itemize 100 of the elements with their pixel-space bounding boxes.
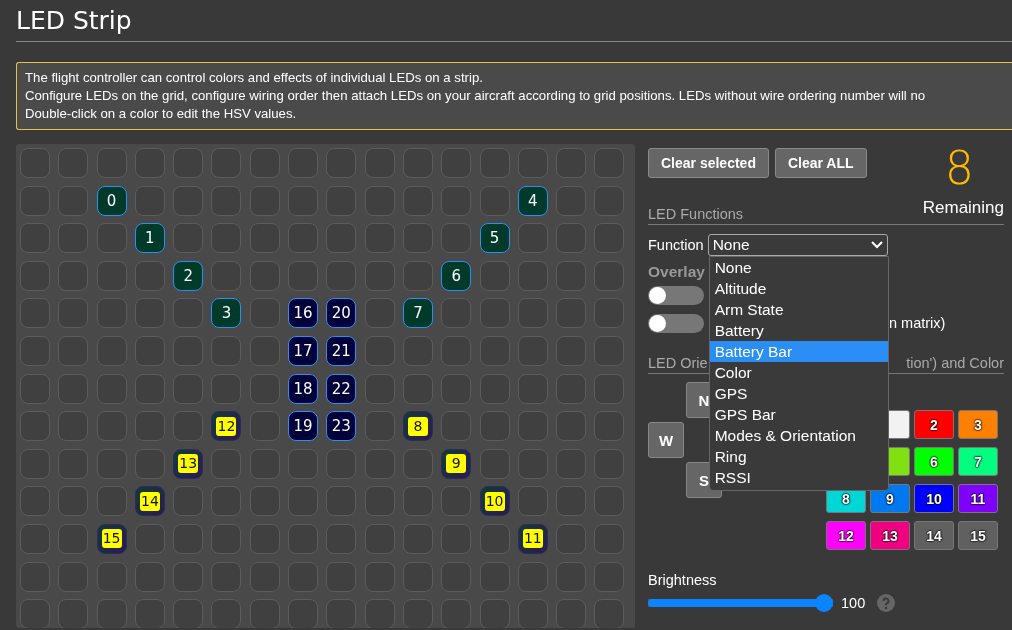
led-slot[interactable]: 21: [326, 335, 357, 366]
toggle-switch[interactable]: [648, 313, 704, 333]
led-slot[interactable]: [517, 335, 548, 366]
led-slot[interactable]: [441, 523, 472, 554]
led-slot[interactable]: [96, 335, 127, 366]
led-slot[interactable]: [96, 260, 127, 291]
led-slot[interactable]: [20, 148, 50, 178]
led-slot[interactable]: 23: [326, 411, 357, 442]
led-slot[interactable]: [211, 561, 242, 592]
led-slot[interactable]: [364, 335, 395, 366]
led-slot[interactable]: [326, 148, 357, 178]
led-slot[interactable]: [479, 411, 510, 442]
led-slot[interactable]: [249, 373, 280, 404]
led-slot[interactable]: [556, 523, 587, 554]
led-slot[interactable]: 8: [402, 411, 433, 442]
led-slot[interactable]: [58, 411, 89, 442]
led-slot[interactable]: [134, 448, 165, 479]
led-slot[interactable]: [594, 260, 625, 291]
led-slot[interactable]: 15: [96, 523, 127, 554]
led-slot[interactable]: [20, 448, 50, 479]
led-slot[interactable]: [594, 148, 625, 178]
led-slot[interactable]: [402, 260, 433, 291]
led-slot[interactable]: 7: [402, 298, 433, 329]
led-slot[interactable]: [58, 599, 89, 628]
led-slot[interactable]: [326, 448, 357, 479]
led-slot[interactable]: [288, 185, 319, 216]
led-slot[interactable]: [173, 373, 204, 404]
led-slot[interactable]: 14: [134, 486, 165, 517]
led-slot[interactable]: [402, 599, 433, 628]
led-slot[interactable]: [134, 298, 165, 329]
led-slot[interactable]: [249, 335, 280, 366]
led-slot[interactable]: [20, 223, 50, 254]
clear-button[interactable]: Clear ALL: [774, 148, 867, 178]
led-slot[interactable]: [58, 223, 89, 254]
led-slot[interactable]: [20, 523, 50, 554]
led-slot[interactable]: [556, 185, 587, 216]
led-slot[interactable]: [441, 411, 472, 442]
led-slot[interactable]: [96, 561, 127, 592]
led-slot[interactable]: [556, 448, 587, 479]
led-slot[interactable]: [96, 148, 127, 178]
led-slot[interactable]: [402, 373, 433, 404]
led-slot[interactable]: [326, 561, 357, 592]
led-slot[interactable]: 0: [96, 185, 127, 216]
led-slot[interactable]: [364, 260, 395, 291]
led-slot[interactable]: [173, 298, 204, 329]
led-slot[interactable]: [326, 260, 357, 291]
led-slot[interactable]: [479, 260, 510, 291]
led-slot[interactable]: [402, 335, 433, 366]
led-slot[interactable]: 2: [173, 260, 204, 291]
led-slot[interactable]: [173, 411, 204, 442]
led-slot[interactable]: [288, 561, 319, 592]
led-slot[interactable]: [96, 486, 127, 517]
led-slot[interactable]: [517, 411, 548, 442]
led-slot[interactable]: 3: [211, 298, 242, 329]
dropdown-option[interactable]: Color: [709, 362, 888, 383]
led-slot[interactable]: [364, 373, 395, 404]
led-slot[interactable]: [594, 185, 625, 216]
dropdown-option[interactable]: Arm State: [709, 299, 888, 320]
led-slot[interactable]: [517, 373, 548, 404]
led-slot[interactable]: [58, 448, 89, 479]
led-slot[interactable]: [211, 148, 242, 178]
led-slot[interactable]: [249, 486, 280, 517]
led-slot[interactable]: [173, 335, 204, 366]
led-slot[interactable]: [96, 448, 127, 479]
led-slot[interactable]: [556, 373, 587, 404]
led-slot[interactable]: [288, 223, 319, 254]
led-slot[interactable]: [517, 561, 548, 592]
led-slot[interactable]: [288, 148, 319, 178]
led-slot[interactable]: [594, 298, 625, 329]
led-slot[interactable]: [402, 223, 433, 254]
led-slot[interactable]: [517, 260, 548, 291]
clear-button[interactable]: Clear selected: [648, 148, 769, 178]
led-slot[interactable]: [364, 298, 395, 329]
color-swatch[interactable]: 10: [914, 484, 954, 513]
led-slot[interactable]: [517, 448, 548, 479]
led-slot[interactable]: [479, 448, 510, 479]
slider-thumb[interactable]: [815, 594, 833, 612]
led-slot[interactable]: [288, 448, 319, 479]
led-slot[interactable]: [211, 523, 242, 554]
led-slot[interactable]: 13: [173, 448, 204, 479]
led-slot[interactable]: [556, 260, 587, 291]
led-slot[interactable]: [441, 561, 472, 592]
led-slot[interactable]: [249, 561, 280, 592]
led-slot[interactable]: [517, 486, 548, 517]
led-slot[interactable]: [326, 223, 357, 254]
led-slot[interactable]: [479, 523, 510, 554]
led-slot[interactable]: [58, 561, 89, 592]
led-slot[interactable]: [402, 486, 433, 517]
led-slot[interactable]: 16: [288, 298, 319, 329]
led-slot[interactable]: [556, 561, 587, 592]
led-slot[interactable]: [96, 599, 127, 628]
led-slot[interactable]: 20: [326, 298, 357, 329]
led-slot[interactable]: 5: [479, 223, 510, 254]
led-slot[interactable]: [364, 448, 395, 479]
led-slot[interactable]: 12: [211, 411, 242, 442]
led-slot[interactable]: [517, 223, 548, 254]
led-slot[interactable]: [249, 411, 280, 442]
led-slot[interactable]: [134, 373, 165, 404]
led-slot[interactable]: [556, 148, 587, 178]
led-slot[interactable]: [402, 561, 433, 592]
